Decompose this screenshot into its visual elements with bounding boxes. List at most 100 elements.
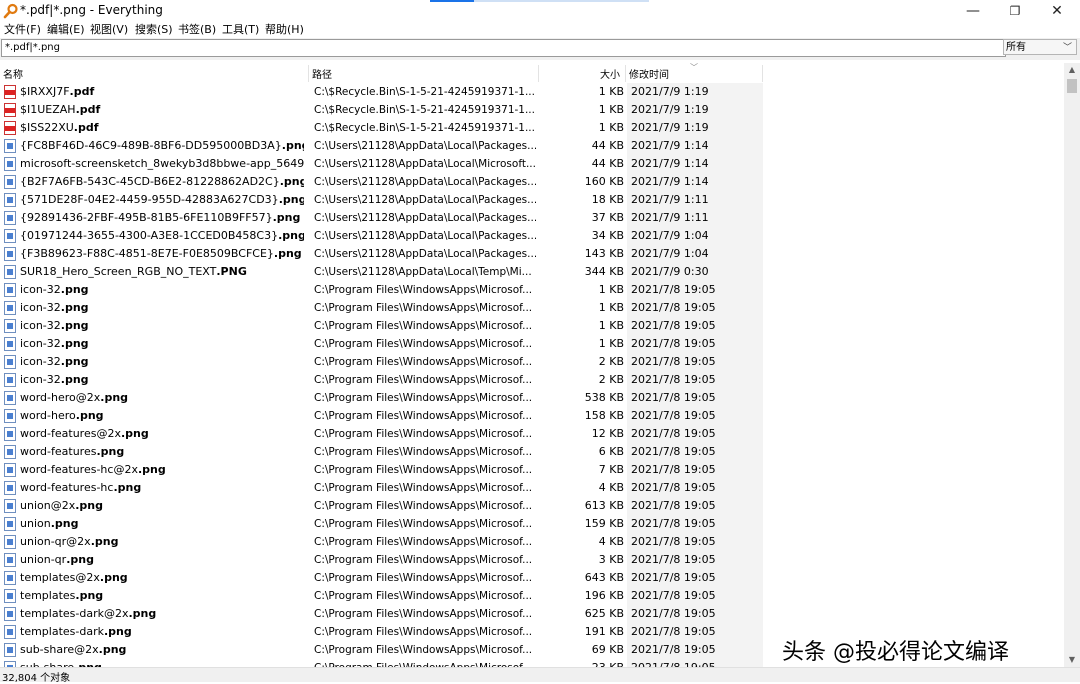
column-size-header[interactable]: 大小	[600, 66, 620, 81]
file-modified-date: 2021/7/9 1:11	[631, 193, 709, 206]
results-list[interactable]: $IRXXJ7F.pdf C:\$Recycle.Bin\S-1-5-21-424…	[0, 83, 1064, 667]
file-row[interactable]: {571DE28F-04E2-4459-955D-42883A627CD3}.p…	[0, 191, 1064, 209]
watermark-text: 头条 @投必得论文编译	[782, 640, 1009, 665]
file-size: 143 KB	[584, 247, 624, 260]
file-path: C:\Program Files\WindowsApps\Microsof...	[314, 356, 533, 368]
filter-dropdown[interactable]: 所有 ﹀	[1003, 39, 1077, 55]
file-name-base: {01971244-3655-4300-A3E8-1CCED0B458C3}	[20, 229, 279, 242]
column-divider[interactable]	[625, 65, 626, 82]
file-row[interactable]: $I1UEZAH.pdf C:\$Recycle.Bin\S-1-5-21-424…	[0, 101, 1064, 119]
image-file-icon	[4, 625, 16, 639]
image-file-icon	[4, 589, 16, 603]
file-row[interactable]: {92891436-2FBF-495B-81B5-6FE110B9FF57}.p…	[0, 209, 1064, 227]
file-row[interactable]: $IRXXJ7F.pdf C:\$Recycle.Bin\S-1-5-21-424…	[0, 83, 1064, 101]
image-file-icon	[4, 193, 16, 207]
file-row[interactable]: icon-32.png C:\Program Files\WindowsApps\…	[0, 281, 1064, 299]
file-row[interactable]: word-features@2x.png C:\Program Files\Win…	[0, 425, 1064, 443]
close-button[interactable]: ✕	[1036, 0, 1078, 22]
menu-tools[interactable]: 工具(T)	[222, 21, 259, 37]
file-name-extension: .png	[103, 625, 132, 638]
search-input[interactable]	[1, 39, 1006, 57]
file-row[interactable]: word-features-hc@2x.png C:\Program Files\…	[0, 461, 1064, 479]
file-row[interactable]: icon-32.png C:\Program Files\WindowsApps\…	[0, 353, 1064, 371]
file-modified-date: 2021/7/9 1:04	[631, 247, 709, 260]
column-divider[interactable]	[538, 65, 539, 82]
file-row[interactable]: {FC8BF46D-46C9-489B-8BF6-DD595000BD3A}.p…	[0, 137, 1064, 155]
file-name-base: templates-dark@2x	[20, 607, 129, 620]
column-name-header[interactable]: 名称	[3, 66, 23, 81]
file-name-base: word-features-hc@2x	[20, 463, 138, 476]
file-row[interactable]: SUR18_Hero_Screen_RGB_NO_TEXT.PNG C:\User…	[0, 263, 1064, 281]
scroll-down-icon[interactable]: ▼	[1064, 653, 1080, 667]
file-size: 2 KB	[598, 373, 624, 386]
image-file-icon	[4, 607, 16, 621]
window-title: *.pdf|*.png - Everything	[20, 3, 163, 17]
file-row[interactable]: microsoft-screensketch_8wekyb3d8bbwe-app…	[0, 155, 1064, 173]
menu-search[interactable]: 搜索(S)	[135, 21, 173, 37]
file-name: word-hero@2x.png	[20, 390, 304, 406]
file-path: C:\Program Files\WindowsApps\Microsof...	[314, 590, 533, 602]
file-name: icon-32.png	[20, 372, 304, 388]
file-row[interactable]: union@2x.png C:\Program Files\WindowsApps…	[0, 497, 1064, 515]
file-row[interactable]: {B2F7A6FB-543C-45CD-B6E2-81228862AD2C}.p…	[0, 173, 1064, 191]
file-name-extension: .png	[60, 337, 89, 350]
file-row[interactable]: union.png C:\Program Files\WindowsApps\Mi…	[0, 515, 1064, 533]
menu-view[interactable]: 视图(V)	[90, 21, 128, 37]
file-row[interactable]: $ISS22XU.pdf C:\$Recycle.Bin\S-1-5-21-424…	[0, 119, 1064, 137]
menu-bookmarks[interactable]: 书签(B)	[178, 21, 216, 37]
file-modified-date: 2021/7/8 19:05	[631, 445, 716, 458]
file-name: {FC8BF46D-46C9-489B-8BF6-DD595000BD3A}.p…	[20, 138, 304, 154]
file-row[interactable]: templates@2x.png C:\Program Files\Windows…	[0, 569, 1064, 587]
file-path: C:\Users\21128\AppData\Local\Packages...	[314, 140, 536, 152]
file-modified-date: 2021/7/9 1:19	[631, 85, 709, 98]
file-name-extension: .PNG	[216, 265, 247, 278]
file-name: icon-32.png	[20, 336, 304, 352]
file-row[interactable]: word-features-hc.png C:\Program Files\Win…	[0, 479, 1064, 497]
file-row[interactable]: union-qr@2x.png C:\Program Files\WindowsA…	[0, 533, 1064, 551]
image-file-icon	[4, 211, 16, 225]
file-modified-date: 2021/7/8 19:05	[631, 571, 716, 584]
image-file-icon	[4, 283, 16, 297]
file-name-base: icon-32	[20, 373, 61, 386]
file-row[interactable]: icon-32.png C:\Program Files\WindowsApps\…	[0, 317, 1064, 335]
file-row[interactable]: {F3B89623-F88C-4851-8E7E-F0E8509BCFCE}.p…	[0, 245, 1064, 263]
image-file-icon	[4, 175, 16, 189]
file-name: {F3B89623-F88C-4851-8E7E-F0E8509BCFCE}.p…	[20, 246, 304, 262]
file-size: 538 KB	[584, 391, 624, 404]
file-path: C:\Program Files\WindowsApps\Microsof...	[314, 536, 533, 548]
menu-file[interactable]: 文件(F)	[4, 21, 41, 37]
file-name-extension: .png	[60, 373, 89, 386]
file-row[interactable]: templates-dark@2x.png C:\Program Files\Wi…	[0, 605, 1064, 623]
maximize-button[interactable]: ❐	[994, 0, 1036, 22]
file-name-extension: .png	[120, 427, 149, 440]
column-divider[interactable]	[308, 65, 309, 82]
file-row[interactable]: icon-32.png C:\Program Files\WindowsApps\…	[0, 371, 1064, 389]
file-row[interactable]: word-hero.png C:\Program Files\WindowsApp…	[0, 407, 1064, 425]
file-name: templates@2x.png	[20, 570, 304, 586]
column-path-header[interactable]: 路径	[312, 66, 332, 81]
column-divider[interactable]	[762, 65, 763, 82]
file-row[interactable]: {01971244-3655-4300-A3E8-1CCED0B458C3}.p…	[0, 227, 1064, 245]
column-date-header[interactable]: 修改时间	[629, 66, 669, 81]
scroll-up-icon[interactable]: ▲	[1064, 63, 1080, 77]
image-file-icon	[4, 535, 16, 549]
scroll-thumb[interactable]	[1067, 79, 1077, 93]
file-row[interactable]: union-qr.png C:\Program Files\WindowsApps…	[0, 551, 1064, 569]
file-row[interactable]: templates.png C:\Program Files\WindowsApp…	[0, 587, 1064, 605]
menu-help[interactable]: 帮助(H)	[265, 21, 304, 37]
file-size: 18 KB	[591, 193, 624, 206]
file-row[interactable]: word-hero@2x.png C:\Program Files\Windows…	[0, 389, 1064, 407]
file-path: C:\Program Files\WindowsApps\Microsof...	[314, 572, 533, 584]
minimize-button[interactable]: —	[952, 0, 994, 22]
file-row[interactable]: word-features.png C:\Program Files\Window…	[0, 443, 1064, 461]
file-name-extension: .pdf	[75, 103, 101, 116]
file-size: 44 KB	[591, 139, 624, 152]
menu-edit[interactable]: 编辑(E)	[47, 21, 85, 37]
chevron-down-icon: ﹀	[1062, 43, 1072, 53]
file-modified-date: 2021/7/8 19:05	[631, 427, 716, 440]
file-name-base: icon-32	[20, 283, 61, 296]
file-modified-date: 2021/7/8 19:05	[631, 643, 716, 656]
file-row[interactable]: icon-32.png C:\Program Files\WindowsApps\…	[0, 299, 1064, 317]
file-row[interactable]: icon-32.png C:\Program Files\WindowsApps\…	[0, 335, 1064, 353]
vertical-scrollbar[interactable]: ▲ ▼	[1064, 63, 1080, 667]
